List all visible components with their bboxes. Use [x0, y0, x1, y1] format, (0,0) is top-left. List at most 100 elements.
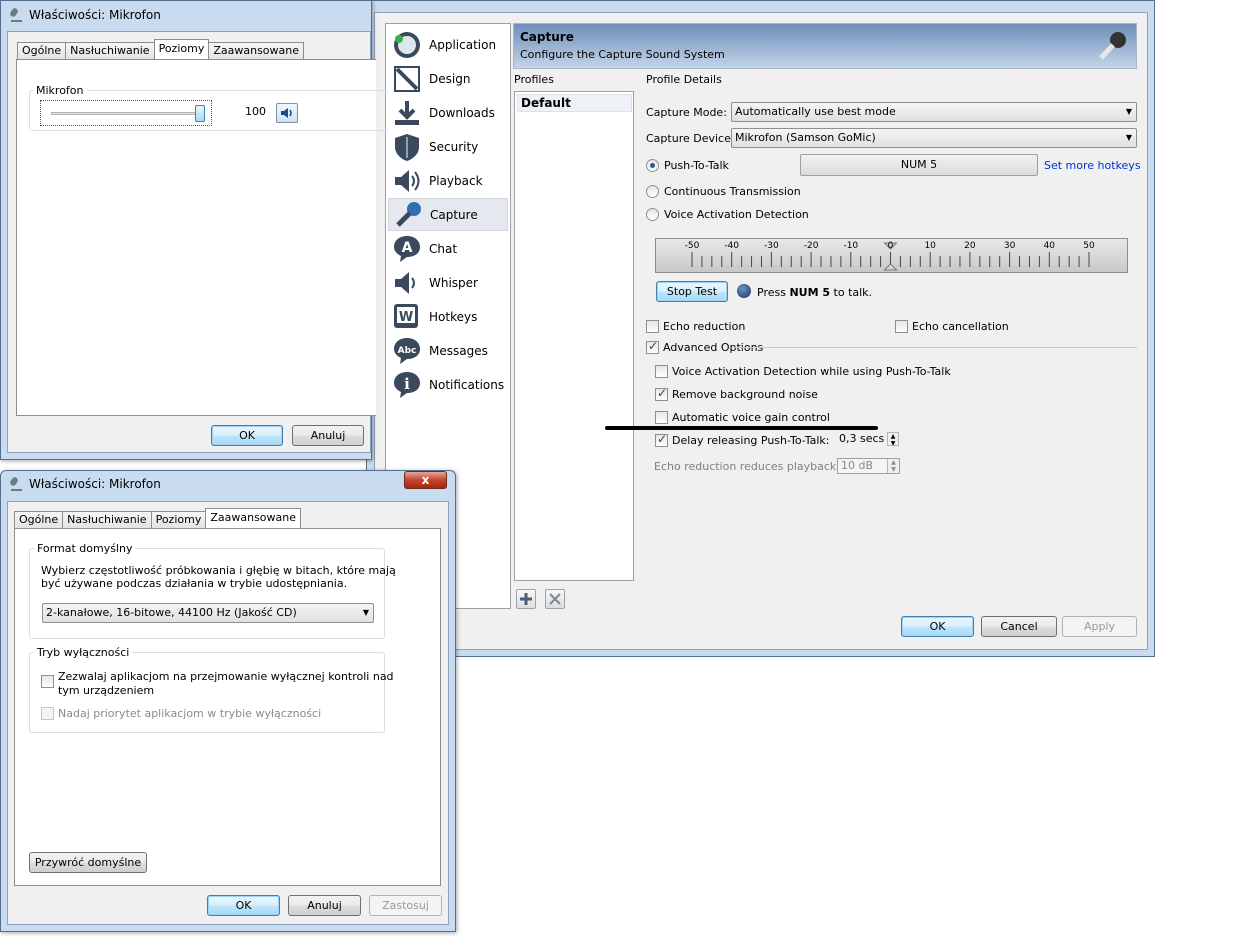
apply-button[interactable]: Zastosuj	[369, 895, 442, 916]
mute-button[interactable]	[276, 103, 298, 123]
list-item[interactable]: Default	[517, 94, 632, 112]
ruler-tick-label: 0	[887, 241, 894, 251]
ruler-tick-label: 40	[1043, 241, 1056, 251]
nav-label: Capture	[430, 207, 478, 222]
nav-item-design[interactable]: Design	[388, 62, 508, 95]
page-subtitle: Configure the Capture Sound System	[520, 48, 725, 61]
auto-gain-checkbox[interactable]	[655, 411, 668, 424]
svg-text:i: i	[404, 375, 410, 393]
spinner-arrows-icon: ▲ ▼	[887, 459, 899, 473]
application-icon	[392, 30, 422, 60]
allow-exclusive-checkbox[interactable]	[41, 675, 54, 688]
profiles-list[interactable]: Default	[514, 91, 634, 581]
tab-page: Mikrofon 100	[16, 59, 389, 416]
delay-value: 0,3 secs	[839, 432, 885, 445]
continuous-transmission-radio[interactable]	[646, 185, 659, 198]
echo-cancellation-label: Echo cancellation	[912, 320, 1009, 333]
design-icon	[392, 64, 422, 94]
allow-exclusive-label: Zezwalaj aplikacjom na przejmowanie wyłą…	[58, 670, 394, 683]
tab-listen[interactable]: Nasłuchiwanie	[62, 511, 152, 528]
nav-item-downloads[interactable]: Downloads	[388, 96, 508, 129]
window-body: Ogólne Nasłuchiwanie Poziomy Zaawansowan…	[7, 501, 449, 925]
delay-release-spinner[interactable]: 0,3 secs ▲ ▼	[836, 432, 899, 448]
ruler-tick-label: 10	[924, 241, 936, 251]
restore-defaults-button[interactable]: Przywróć domyślne	[29, 852, 147, 873]
mic-levels-window: Właściwości: Mikrofon Ogólne Nasłuchiwan…	[0, 0, 389, 460]
x-icon	[549, 593, 561, 605]
close-button[interactable]: x	[404, 471, 447, 489]
add-profile-button[interactable]	[516, 589, 536, 609]
delay-release-checkbox[interactable]	[655, 432, 668, 447]
ptt-hotkey-button[interactable]: NUM 5	[800, 154, 1038, 176]
vad-radio[interactable]	[646, 208, 659, 221]
nav-label: Hotkeys	[429, 309, 478, 324]
echo-reduction-label: Echo reduction	[663, 320, 746, 333]
capture-mode-select[interactable]: Automatically use best mode ▼	[731, 102, 1137, 122]
nav-item-security[interactable]: Security	[388, 130, 508, 163]
nav-label: Design	[429, 71, 471, 86]
window-title-text: Właściwości: Mikrofon	[29, 8, 161, 22]
vad-level-ruler[interactable]: -50 -40 -30 -20 -10 0 10 20 30 40 50	[655, 238, 1128, 273]
nav-item-hotkeys[interactable]: W Hotkeys	[388, 300, 508, 333]
nav-item-capture[interactable]: Capture	[388, 198, 508, 231]
nav-item-chat[interactable]: A Chat	[388, 232, 508, 265]
push-to-talk-label: Push-To-Talk	[664, 159, 729, 172]
chevron-down-icon: ▼	[362, 608, 369, 617]
hotkeys-icon: W	[392, 302, 422, 332]
capture-icon	[393, 200, 423, 230]
cancel-button[interactable]: Anuluj	[292, 425, 364, 446]
nav-item-notifications[interactable]: i Notifications	[388, 368, 508, 401]
auto-gain-label: Automatic voice gain control	[672, 411, 830, 424]
capture-mode-label: Capture Mode:	[646, 106, 727, 119]
ok-button[interactable]: OK	[901, 616, 974, 637]
ok-button[interactable]: OK	[211, 425, 283, 446]
exclusive-priority-checkbox[interactable]	[41, 707, 54, 720]
svg-text:Abc: Abc	[398, 346, 417, 356]
format-description: być używane podczas działania w trybie u…	[41, 577, 348, 590]
nav-item-whisper[interactable]: Whisper	[388, 266, 508, 299]
remove-background-noise-checkbox[interactable]	[655, 386, 668, 401]
nav-label: Chat	[429, 241, 458, 256]
status-led-icon	[737, 284, 751, 298]
tab-advanced[interactable]: Zaawansowane	[205, 508, 302, 528]
chevron-down-icon: ▼	[1125, 107, 1132, 116]
advanced-options-checkbox[interactable]	[646, 339, 659, 354]
continuous-transmission-label: Continuous Transmission	[664, 185, 801, 198]
tab-general[interactable]: Ogólne	[17, 42, 67, 59]
allow-exclusive-label: tym urządzeniem	[58, 684, 155, 697]
default-format-select[interactable]: 2-kanałowe, 16-bitowe, 44100 Hz (Jakość …	[42, 603, 374, 623]
echo-reduction-checkbox[interactable]	[646, 320, 659, 333]
format-description: Wybierz częstotliwość próbkowania i głęb…	[41, 564, 396, 577]
apply-button[interactable]: Apply	[1062, 616, 1137, 637]
nav-label: Messages	[429, 343, 488, 358]
microphone-icon	[9, 477, 23, 491]
tab-levels[interactable]: Poziomy	[150, 511, 207, 528]
exclusive-priority-label: Nadaj priorytet aplikacjom w trybie wyłą…	[58, 707, 322, 720]
downloads-icon	[392, 98, 422, 128]
ok-button[interactable]: OK	[207, 895, 280, 916]
tab-levels[interactable]: Poziomy	[153, 39, 210, 59]
push-to-talk-radio[interactable]	[646, 159, 659, 172]
capture-device-select[interactable]: Mikrofon (Samson GoMic) ▼	[731, 128, 1137, 148]
mic-level-slider[interactable]	[40, 100, 212, 126]
stop-test-button[interactable]: Stop Test	[656, 281, 728, 302]
slider-thumb[interactable]	[195, 105, 205, 122]
vad-while-ptt-checkbox[interactable]	[655, 365, 668, 378]
cancel-button[interactable]: Cancel	[981, 616, 1057, 637]
tab-advanced[interactable]: Zaawansowane	[208, 42, 305, 59]
nav-item-messages[interactable]: Abc Messages	[388, 334, 508, 367]
echo-playback-spinner[interactable]: 10 dB ▲ ▼	[837, 458, 900, 474]
nav-item-application[interactable]: Application	[388, 28, 508, 61]
default-format-value: 2-kanałowe, 16-bitowe, 44100 Hz (Jakość …	[46, 606, 297, 619]
remove-profile-button[interactable]	[545, 589, 565, 609]
set-more-hotkeys-link[interactable]: Set more hotkeys	[1044, 159, 1141, 172]
profiles-label: Profiles	[514, 73, 554, 86]
vad-label: Voice Activation Detection	[664, 208, 809, 221]
tab-listen[interactable]: Nasłuchiwanie	[65, 42, 155, 59]
cancel-button[interactable]: Anuluj	[288, 895, 361, 916]
nav-item-playback[interactable]: Playback	[388, 164, 508, 197]
echo-playback-label: Echo reduction reduces playback by:	[654, 460, 857, 473]
echo-cancellation-checkbox[interactable]	[895, 320, 908, 333]
ruler-tick-label: 20	[964, 241, 976, 251]
tab-general[interactable]: Ogólne	[14, 511, 64, 528]
